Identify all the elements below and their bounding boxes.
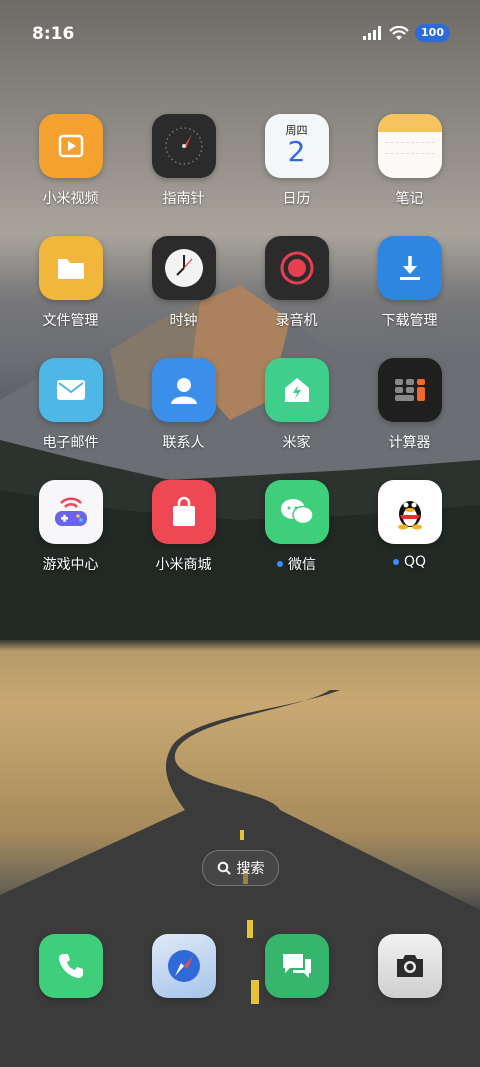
- app-label: 指南针: [162, 191, 205, 207]
- folder-icon: [38, 236, 103, 300]
- app-grid: 小米视频 指南针 周四 2 日历 笔记 文件管理 时钟 录音机 下载管理 电子邮…: [14, 114, 466, 574]
- app-calculator[interactable]: 计算器: [353, 358, 466, 452]
- gamepad-icon: [38, 480, 103, 544]
- status-icons: 100: [363, 24, 450, 42]
- app-contacts[interactable]: 联系人: [127, 358, 240, 452]
- new-notification-dot: [392, 559, 399, 565]
- wifi-icon: [389, 25, 409, 40]
- app-notes[interactable]: 笔记: [353, 114, 466, 208]
- app-label: 微信: [277, 554, 316, 574]
- app-label: 小米视频: [42, 191, 99, 207]
- app-clock[interactable]: 时钟: [127, 236, 240, 330]
- app-mi-home[interactable]: 米家: [240, 358, 353, 452]
- shopping-bag-icon: [151, 480, 216, 544]
- app-file-manager[interactable]: 文件管理: [14, 236, 127, 330]
- app-label: 日历: [282, 191, 311, 207]
- wechat-icon: [264, 480, 329, 544]
- app-label: 米家: [282, 435, 311, 451]
- app-xiaomi-video[interactable]: 小米视频: [14, 114, 127, 208]
- app-label: QQ: [392, 554, 426, 570]
- app-label: 笔记: [395, 191, 424, 207]
- search-icon: [217, 861, 231, 875]
- app-label: 下载管理: [381, 313, 438, 329]
- app-label: 文件管理: [42, 313, 99, 329]
- app-calendar[interactable]: 周四 2 日历: [240, 114, 353, 208]
- app-label: 联系人: [162, 435, 205, 451]
- new-notification-dot: [277, 561, 283, 567]
- camera-icon: [377, 934, 442, 998]
- app-email[interactable]: 电子邮件: [14, 358, 127, 452]
- app-mi-store[interactable]: 小米商城: [127, 480, 240, 574]
- calculator-icon: [377, 358, 442, 422]
- dock: [14, 934, 466, 998]
- status-time: 8:16: [32, 24, 75, 44]
- qq-penguin-icon: [377, 480, 442, 544]
- download-icon: [377, 236, 442, 300]
- dock-phone[interactable]: [14, 934, 127, 998]
- battery-indicator: 100: [415, 24, 450, 42]
- app-recorder[interactable]: 录音机: [240, 236, 353, 330]
- app-wechat[interactable]: 微信: [240, 480, 353, 574]
- clock-icon: [151, 236, 216, 300]
- calendar-icon: 周四 2: [264, 114, 329, 178]
- app-label: 录音机: [275, 313, 318, 329]
- calendar-day: 2: [287, 135, 306, 168]
- browser-compass-icon: [151, 934, 216, 998]
- messages-icon: [264, 934, 329, 998]
- app-label: 游戏中心: [42, 557, 99, 573]
- notes-icon: [377, 114, 442, 178]
- search-button[interactable]: 搜索: [202, 850, 279, 886]
- app-label: 小米商城: [155, 557, 212, 573]
- dock-messages[interactable]: [240, 934, 353, 998]
- contacts-icon: [151, 358, 216, 422]
- app-qq[interactable]: QQ: [353, 480, 466, 574]
- status-bar: 8:16 100: [0, 0, 480, 64]
- app-compass[interactable]: 指南针: [127, 114, 240, 208]
- search-label: 搜索: [236, 861, 265, 877]
- app-game-center[interactable]: 游戏中心: [14, 480, 127, 574]
- app-label: 电子邮件: [42, 435, 99, 451]
- signal-icon: [363, 26, 382, 40]
- app-download-manager[interactable]: 下载管理: [353, 236, 466, 330]
- app-label: 时钟: [169, 313, 198, 329]
- mi-home-icon: [264, 358, 329, 422]
- mail-icon: [38, 358, 103, 422]
- dock-camera[interactable]: [353, 934, 466, 998]
- app-label: 计算器: [388, 435, 431, 451]
- dock-browser[interactable]: [127, 934, 240, 998]
- recorder-icon: [264, 236, 329, 300]
- phone-icon: [38, 934, 103, 998]
- play-video-icon: [38, 114, 103, 178]
- compass-icon: [151, 114, 216, 178]
